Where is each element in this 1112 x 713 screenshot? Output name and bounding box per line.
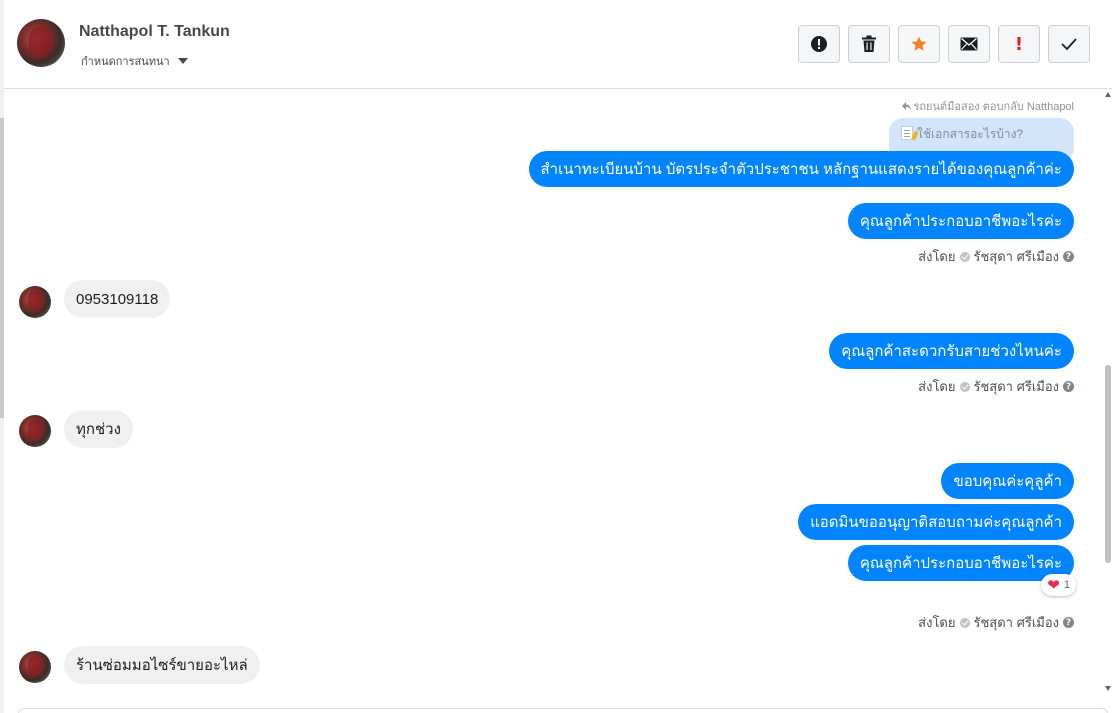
reply-note-text: รถยนต์มือสอง ตอบกลับ Natthapol xyxy=(913,101,1074,113)
message-reaction[interactable]: ❤ 1 xyxy=(1041,574,1076,596)
contact-name[interactable]: Natthapol T. Tankun xyxy=(79,23,230,41)
trash-icon xyxy=(862,35,876,52)
contact-avatar-small[interactable] xyxy=(19,415,51,447)
contact-avatar[interactable] xyxy=(17,19,65,67)
reply-note: รถยนต์มือสอง ตอบกลับ Natthapol xyxy=(902,97,1074,115)
sent-by-info: ส่งโดย รัชสุดา ศรีเมือง ? xyxy=(918,376,1074,397)
incoming-message[interactable]: ทุกช่วง xyxy=(64,410,133,448)
incoming-message[interactable]: 0953109118 xyxy=(64,280,171,318)
sender-name[interactable]: รัชสุดา ศรีเมือง xyxy=(974,612,1060,633)
sender-name[interactable]: รัชสุดา ศรีเมือง xyxy=(974,376,1060,397)
sent-by-info: ส่งโดย รัชสุดา ศรีเมือง ? xyxy=(918,246,1074,267)
sent-by-info: ส่งโดย รัชสุดา ศรีเมือง ? xyxy=(918,612,1074,633)
star-icon xyxy=(911,36,927,51)
star-button[interactable] xyxy=(898,25,940,63)
caret-down-icon xyxy=(177,58,188,64)
incoming-message[interactable]: ร้านซ่อมมอไซร์ขายอะไหล่ xyxy=(64,646,260,684)
check-circle-icon xyxy=(959,617,970,628)
delete-button[interactable] xyxy=(848,25,890,63)
document-icon xyxy=(901,126,913,140)
help-icon[interactable]: ? xyxy=(1063,617,1074,628)
reaction-count: 1 xyxy=(1063,579,1070,591)
follow-up-button[interactable]: ! xyxy=(998,25,1040,63)
scroll-up-icon[interactable] xyxy=(1105,92,1111,97)
done-button[interactable] xyxy=(1048,25,1090,63)
outgoing-message[interactable]: คุณลูกค้าสะดวกรับสายช่วงไหนค่ะ xyxy=(829,333,1074,369)
outgoing-message[interactable]: ขอบคุณค่ะคุลูค้า xyxy=(941,463,1074,499)
sent-by-label: ส่งโดย xyxy=(918,379,956,394)
scrollbar-thumb[interactable] xyxy=(1105,365,1111,563)
heart-icon: ❤ xyxy=(1047,575,1060,594)
sent-by-label: ส่งโดย xyxy=(918,249,956,264)
contact-avatar-small[interactable] xyxy=(19,651,51,683)
report-button[interactable] xyxy=(798,25,840,63)
quoted-message-text: ใช้เอกสารอะไรบ้าง? xyxy=(917,127,1024,141)
exclamation-circle-icon xyxy=(811,36,827,52)
help-icon[interactable]: ? xyxy=(1063,251,1074,262)
envelope-icon xyxy=(960,37,978,51)
outer-scrollbar-thumb[interactable] xyxy=(0,118,4,418)
reply-arrow-icon xyxy=(902,102,912,110)
outgoing-message[interactable]: แอดมินขออนุญาติสอบถามค่ะคุณลูกค้า xyxy=(798,504,1074,540)
outgoing-message[interactable]: คุณลูกค้าประกอบอาชีพอะไรค่ะ xyxy=(847,545,1074,581)
check-circle-icon xyxy=(959,251,970,262)
outgoing-message[interactable]: สำเนาทะเบียนบ้าน บัตรประจำตัวประชาชน หลั… xyxy=(528,151,1074,187)
contact-avatar-small[interactable] xyxy=(19,286,51,318)
exclamation-icon: ! xyxy=(1014,33,1024,55)
sent-by-label: ส่งโดย xyxy=(918,615,956,630)
label-dropdown[interactable]: กำหนดการสนทนา xyxy=(81,52,188,70)
conversation-header: Natthapol T. Tankun กำหนดการสนทนา ! xyxy=(4,0,1112,89)
sender-name[interactable]: รัชสุดา ศรีเมือง xyxy=(974,246,1060,267)
message-composer[interactable] xyxy=(18,708,1108,713)
label-dropdown-text: กำหนดการสนทนา xyxy=(81,56,170,68)
check-circle-icon xyxy=(959,381,970,392)
check-icon xyxy=(1061,38,1077,51)
outgoing-message[interactable]: คุณลูกค้าประกอบอาชีพอะไรค่ะ xyxy=(847,203,1074,239)
outer-scrollbar[interactable] xyxy=(0,0,4,713)
mark-unread-button[interactable] xyxy=(948,25,990,63)
header-actions: ! xyxy=(798,25,1090,63)
help-icon[interactable]: ? xyxy=(1063,381,1074,392)
scroll-down-icon[interactable] xyxy=(1105,686,1111,691)
